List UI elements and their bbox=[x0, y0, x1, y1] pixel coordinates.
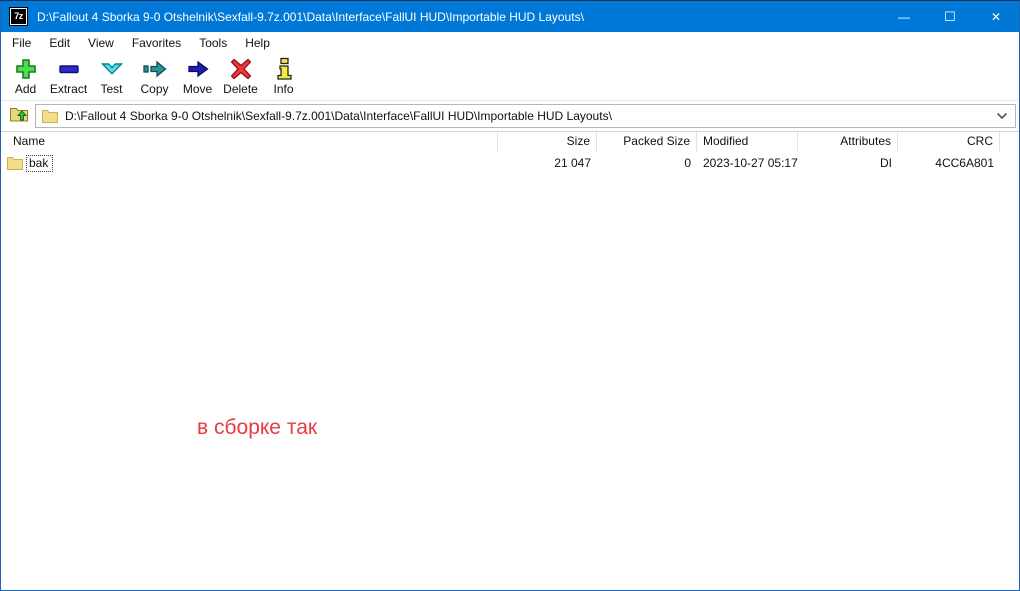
7zip-window: 7z D:\Fallout 4 Sborka 9-0 Otshelnik\Sex… bbox=[0, 0, 1020, 591]
7zip-app-icon: 7z bbox=[10, 8, 27, 25]
menu-item-help[interactable]: Help bbox=[236, 33, 279, 53]
info-i-icon bbox=[270, 57, 298, 81]
title-bar: 7z D:\Fallout 4 Sborka 9-0 Otshelnik\Sex… bbox=[1, 1, 1019, 32]
extract-minus-icon bbox=[55, 57, 83, 81]
minimize-icon: — bbox=[898, 10, 910, 24]
toolbar-button-label: Extract bbox=[50, 82, 87, 96]
window-title: D:\Fallout 4 Sborka 9-0 Otshelnik\Sexfal… bbox=[37, 10, 584, 24]
add-plus-icon bbox=[12, 57, 40, 81]
column-header-attributes[interactable]: Attributes bbox=[798, 132, 898, 152]
test-chevron-icon bbox=[98, 57, 126, 81]
maximize-button[interactable]: ☐ bbox=[927, 1, 973, 32]
cell-attributes: DI bbox=[798, 156, 898, 170]
path-text: D:\Fallout 4 Sborka 9-0 Otshelnik\Sexfal… bbox=[65, 109, 993, 123]
extract-button[interactable]: Extract bbox=[47, 57, 90, 96]
file-list: Name Size Packed Size Modified Attribute… bbox=[1, 132, 1019, 590]
info-button[interactable]: Info bbox=[262, 57, 305, 96]
toolbar: Add Extract Test Copy Move bbox=[1, 53, 1019, 101]
cell-packed-size: 0 bbox=[597, 156, 697, 170]
minimize-button[interactable]: — bbox=[881, 1, 927, 32]
table-row[interactable]: bak 21 047 0 2023-10-27 05:17 DI 4CC6A80… bbox=[1, 152, 1019, 174]
parent-folder-button[interactable] bbox=[3, 103, 35, 129]
column-filler bbox=[1000, 132, 1019, 152]
menu-item-file[interactable]: File bbox=[3, 33, 40, 53]
cell-modified: 2023-10-27 05:17 bbox=[697, 156, 798, 170]
maximize-icon: ☐ bbox=[944, 9, 956, 25]
menu-item-view[interactable]: View bbox=[79, 33, 123, 53]
caption-buttons: — ☐ ✕ bbox=[881, 1, 1019, 32]
close-button[interactable]: ✕ bbox=[973, 1, 1019, 32]
test-button[interactable]: Test bbox=[90, 57, 133, 96]
toolbar-button-label: Move bbox=[183, 82, 212, 96]
copy-button[interactable]: Copy bbox=[133, 57, 176, 96]
column-header-modified[interactable]: Modified bbox=[697, 132, 798, 152]
cell-crc: 4CC6A801 bbox=[898, 156, 1000, 170]
move-button[interactable]: Move bbox=[176, 57, 219, 96]
copy-arrow-icon bbox=[141, 57, 169, 81]
toolbar-button-label: Add bbox=[15, 82, 36, 96]
toolbar-button-label: Info bbox=[273, 82, 293, 96]
address-bar: D:\Fallout 4 Sborka 9-0 Otshelnik\Sexfal… bbox=[1, 101, 1019, 132]
menu-bar: File Edit View Favorites Tools Help bbox=[1, 32, 1019, 53]
menu-item-tools[interactable]: Tools bbox=[190, 33, 236, 53]
column-header-size[interactable]: Size bbox=[498, 132, 597, 152]
list-header: Name Size Packed Size Modified Attribute… bbox=[1, 132, 1019, 152]
folder-icon bbox=[42, 109, 58, 123]
path-combobox[interactable]: D:\Fallout 4 Sborka 9-0 Otshelnik\Sexfal… bbox=[35, 104, 1016, 128]
name-cell: bak bbox=[1, 155, 498, 172]
folder-icon bbox=[7, 156, 23, 170]
parent-folder-icon bbox=[9, 104, 29, 129]
cell-size: 21 047 bbox=[498, 156, 597, 170]
close-icon: ✕ bbox=[991, 10, 1001, 24]
toolbar-button-label: Delete bbox=[223, 82, 258, 96]
move-arrow-icon bbox=[184, 57, 212, 81]
toolbar-button-label: Test bbox=[100, 82, 122, 96]
delete-button[interactable]: Delete bbox=[219, 57, 262, 96]
annotation-text: в сборке так bbox=[197, 416, 317, 440]
column-header-name[interactable]: Name bbox=[1, 132, 498, 152]
add-button[interactable]: Add bbox=[4, 57, 47, 96]
toolbar-button-label: Copy bbox=[140, 82, 168, 96]
chevron-down-icon[interactable] bbox=[993, 112, 1011, 120]
menu-item-edit[interactable]: Edit bbox=[40, 33, 79, 53]
delete-x-icon bbox=[227, 57, 255, 81]
column-header-crc[interactable]: CRC bbox=[898, 132, 1000, 152]
column-header-packed-size[interactable]: Packed Size bbox=[597, 132, 697, 152]
file-name[interactable]: bak bbox=[26, 155, 53, 172]
menu-item-favorites[interactable]: Favorites bbox=[123, 33, 190, 53]
